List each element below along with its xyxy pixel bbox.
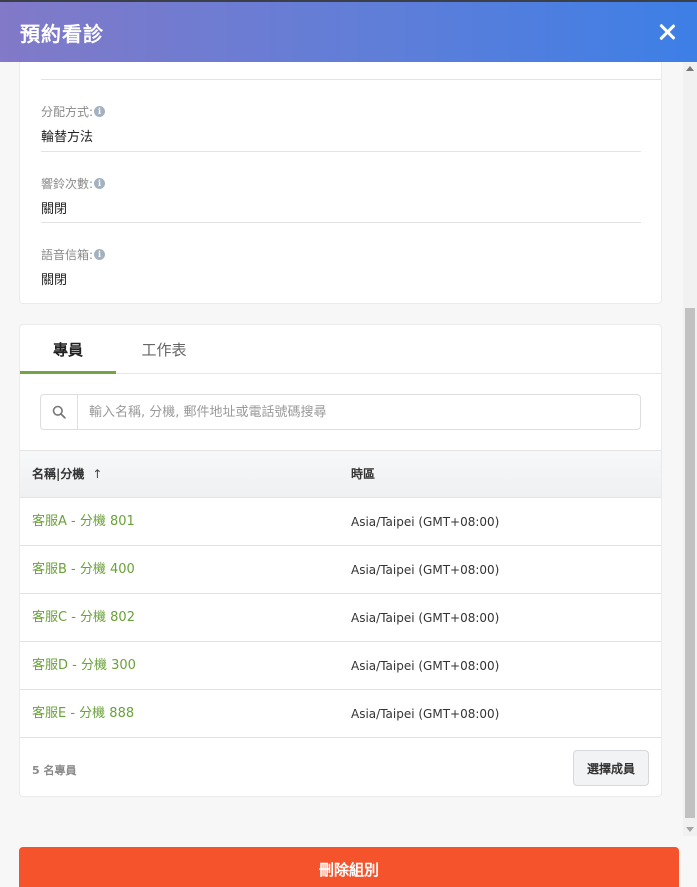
field-value: 輪替方法 — [41, 130, 94, 145]
agent-name-link[interactable]: 客服E - 分機 888 — [32, 690, 134, 738]
tab-worksheet[interactable]: 工作表 — [116, 325, 212, 374]
tab-bar: 專員 工作表 — [20, 325, 661, 374]
agent-name-link[interactable]: 客服A - 分機 801 — [32, 498, 135, 546]
scrollbar-thumb[interactable] — [685, 308, 695, 818]
modal-title: 預約看診 — [20, 21, 104, 46]
table-row: 客服C - 分機 802 Asia/Taipei (GMT+08:00) — [20, 594, 661, 642]
field-label: 響鈴次數: — [41, 177, 94, 191]
field-value: 關閉 — [41, 202, 68, 217]
table-row: 客服E - 分機 888 Asia/Taipei (GMT+08:00) — [20, 690, 661, 738]
sort-ascending-icon[interactable]: ↑ — [92, 451, 102, 497]
info-icon[interactable]: i — [94, 178, 106, 189]
agent-timezone: Asia/Taipei (GMT+08:00) — [351, 659, 500, 673]
members-card: 專員 工作表 名稱|分機↑ 時區 客服A - 分機 801 Asia/Taipe… — [19, 324, 662, 797]
agent-timezone: Asia/Taipei (GMT+08:00) — [351, 563, 500, 577]
table-header: 名稱|分機 ↑ 時區 — [20, 450, 661, 498]
tab-agents[interactable]: 專員 — [20, 325, 116, 374]
table-row: 客服A - 分機 801 Asia/Taipei (GMT+08:00) — [20, 498, 661, 546]
agent-name-link[interactable]: 客服B - 分機 400 — [32, 546, 135, 594]
field-distribution-method: 分配方式: i 輪替方法 — [41, 103, 641, 145]
modal-body[interactable]: 分配方式: i 輪替方法 響鈴次數: i 關閉 語音信箱: i 關閉 專員 工作… — [0, 62, 683, 887]
field-label: 分配方式: — [41, 105, 94, 119]
agent-timezone: Asia/Taipei (GMT+08:00) — [351, 611, 500, 625]
divider — [41, 222, 641, 223]
table-row: 客服D - 分機 300 Asia/Taipei (GMT+08:00) — [20, 642, 661, 690]
info-icon[interactable]: i — [94, 249, 106, 260]
divider — [41, 79, 661, 80]
search-input[interactable] — [78, 396, 640, 428]
delete-group-button[interactable]: 刪除組別 — [19, 847, 679, 887]
agent-name-link[interactable]: 客服D - 分機 300 — [32, 642, 136, 690]
modal-header: 預約看診 — [0, 2, 697, 62]
agent-timezone: Asia/Taipei (GMT+08:00) — [351, 707, 500, 721]
close-icon[interactable] — [655, 20, 679, 44]
search-icon — [41, 395, 78, 429]
scroll-up-icon[interactable] — [686, 66, 694, 71]
field-label: 語音信箱: — [41, 248, 94, 262]
scroll-down-icon[interactable] — [686, 827, 694, 832]
divider — [41, 151, 641, 152]
vertical-scrollbar[interactable] — [683, 62, 697, 836]
group-settings-card: 分配方式: i 輪替方法 響鈴次數: i 關閉 語音信箱: i 關閉 — [19, 62, 662, 304]
agent-timezone: Asia/Taipei (GMT+08:00) — [351, 515, 500, 529]
agent-count: 5 名專員 — [32, 764, 77, 777]
info-icon[interactable]: i — [94, 106, 106, 117]
field-ring-count: 響鈴次數: i 關閉 — [41, 175, 641, 217]
agents-table: 名稱|分機 ↑ 時區 客服A - 分機 801 Asia/Taipei (GMT+… — [20, 450, 661, 738]
column-header-name[interactable]: 名稱|分機 ↑ — [32, 451, 102, 497]
table-row: 客服B - 分機 400 Asia/Taipei (GMT+08:00) — [20, 546, 661, 594]
field-value: 關閉 — [41, 273, 68, 288]
select-members-button[interactable]: 選擇成員 — [573, 750, 649, 786]
field-voicemail: 語音信箱: i 關閉 — [41, 246, 641, 288]
search-box — [40, 394, 641, 430]
column-header-timezone[interactable]: 時區 — [351, 451, 375, 497]
agent-name-link[interactable]: 客服C - 分機 802 — [32, 594, 135, 642]
